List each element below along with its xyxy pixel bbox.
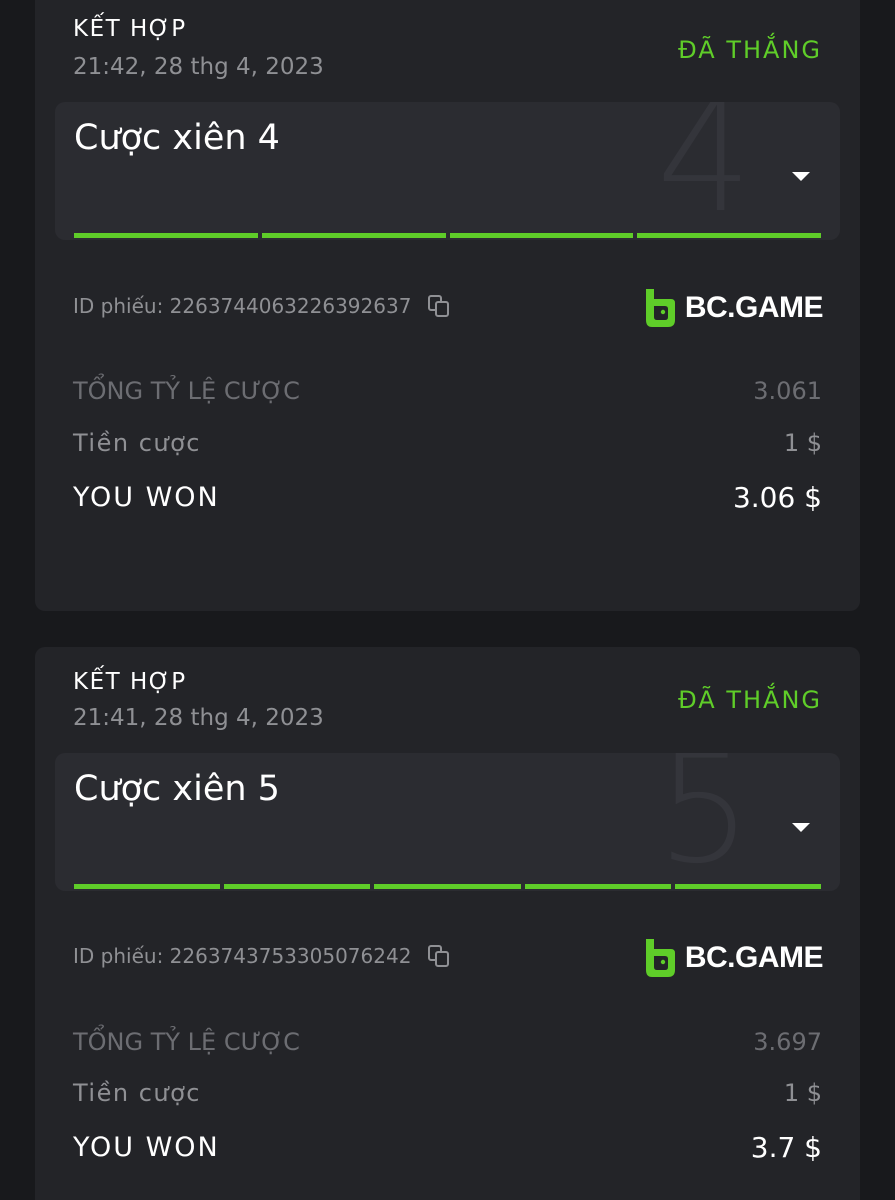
brand-name: BC.GAME [684,941,824,974]
parlay-legs-progress [74,233,821,238]
won-value: 3.06 $ [732,481,822,514]
copy-icon[interactable] [427,944,451,968]
bet-time: 21:42, 28 thg 4, 2023 [73,54,324,80]
leg-status-bar [674,884,822,889]
parlay-header[interactable]: 5 Cược xiên 5 [55,753,840,891]
parlay-header[interactable]: 4 Cược xiên 4 [55,102,840,240]
parlay-count-watermark: 5 [656,753,752,891]
ticket-id-row: ID phiếu: 2263743753305076242 [73,944,451,968]
brand-name: BC.GAME [684,291,824,324]
brand-logo: BC.GAME [643,937,824,979]
bet-type: KẾT HỢP [73,669,187,695]
bet-time: 21:41, 28 thg 4, 2023 [73,705,324,731]
brand-logo: BC.GAME [643,287,824,329]
ticket-id: ID phiếu: 2263743753305076242 [73,944,412,968]
total-odds-label: TỔNG TỶ LỆ CƯỢC [73,1028,300,1056]
stake-label: Tiền cược [73,1079,201,1107]
stake-label: Tiền cược [73,429,201,457]
bet-card: KẾT HỢP 21:42, 28 thg 4, 2023 ĐÃ THẮNG 4… [35,0,860,611]
stake-value: 1 $ [783,1079,822,1107]
leg-status-bar [224,884,371,889]
total-odds-value: 3.697 [753,1028,822,1056]
leg-status-bar [74,884,221,889]
won-label: YOU WON [73,1132,220,1163]
ticket-id: ID phiếu: 2263744063226392637 [73,294,412,318]
ticket-id-row: ID phiếu: 2263744063226392637 [73,294,451,318]
status-badge: ĐÃ THẮNG [678,36,822,64]
parlay-legs-progress [74,884,822,889]
parlay-label: Cược xiên 4 [74,118,280,158]
stake-value: 1 $ [783,429,822,457]
won-value: 3.7 $ [750,1131,822,1164]
bet-card: KẾT HỢP 21:41, 28 thg 4, 2023 ĐÃ THẮNG 5… [35,647,860,1200]
leg-status-bar [74,233,258,238]
bet-history-page: KẾT HỢP 21:42, 28 thg 4, 2023 ĐÃ THẮNG 4… [0,0,895,1200]
leg-status-bar [524,884,671,889]
copy-icon[interactable] [427,294,451,318]
chevron-down-icon[interactable] [792,172,810,181]
total-odds-label: TỔNG TỶ LỆ CƯỢC [73,377,300,405]
total-odds-value: 3.061 [753,377,822,405]
bet-type: KẾT HỢP [73,16,187,42]
leg-status-bar [449,233,634,238]
leg-status-bar [637,233,821,238]
bc-game-logo-icon [643,287,677,329]
leg-status-bar [374,884,521,889]
status-badge: ĐÃ THẮNG [678,686,822,714]
won-label: YOU WON [73,482,220,513]
parlay-label: Cược xiên 5 [74,769,280,809]
parlay-count-watermark: 4 [656,102,752,240]
chevron-down-icon[interactable] [792,823,810,832]
leg-status-bar [261,233,446,238]
bc-game-logo-icon [643,937,677,979]
